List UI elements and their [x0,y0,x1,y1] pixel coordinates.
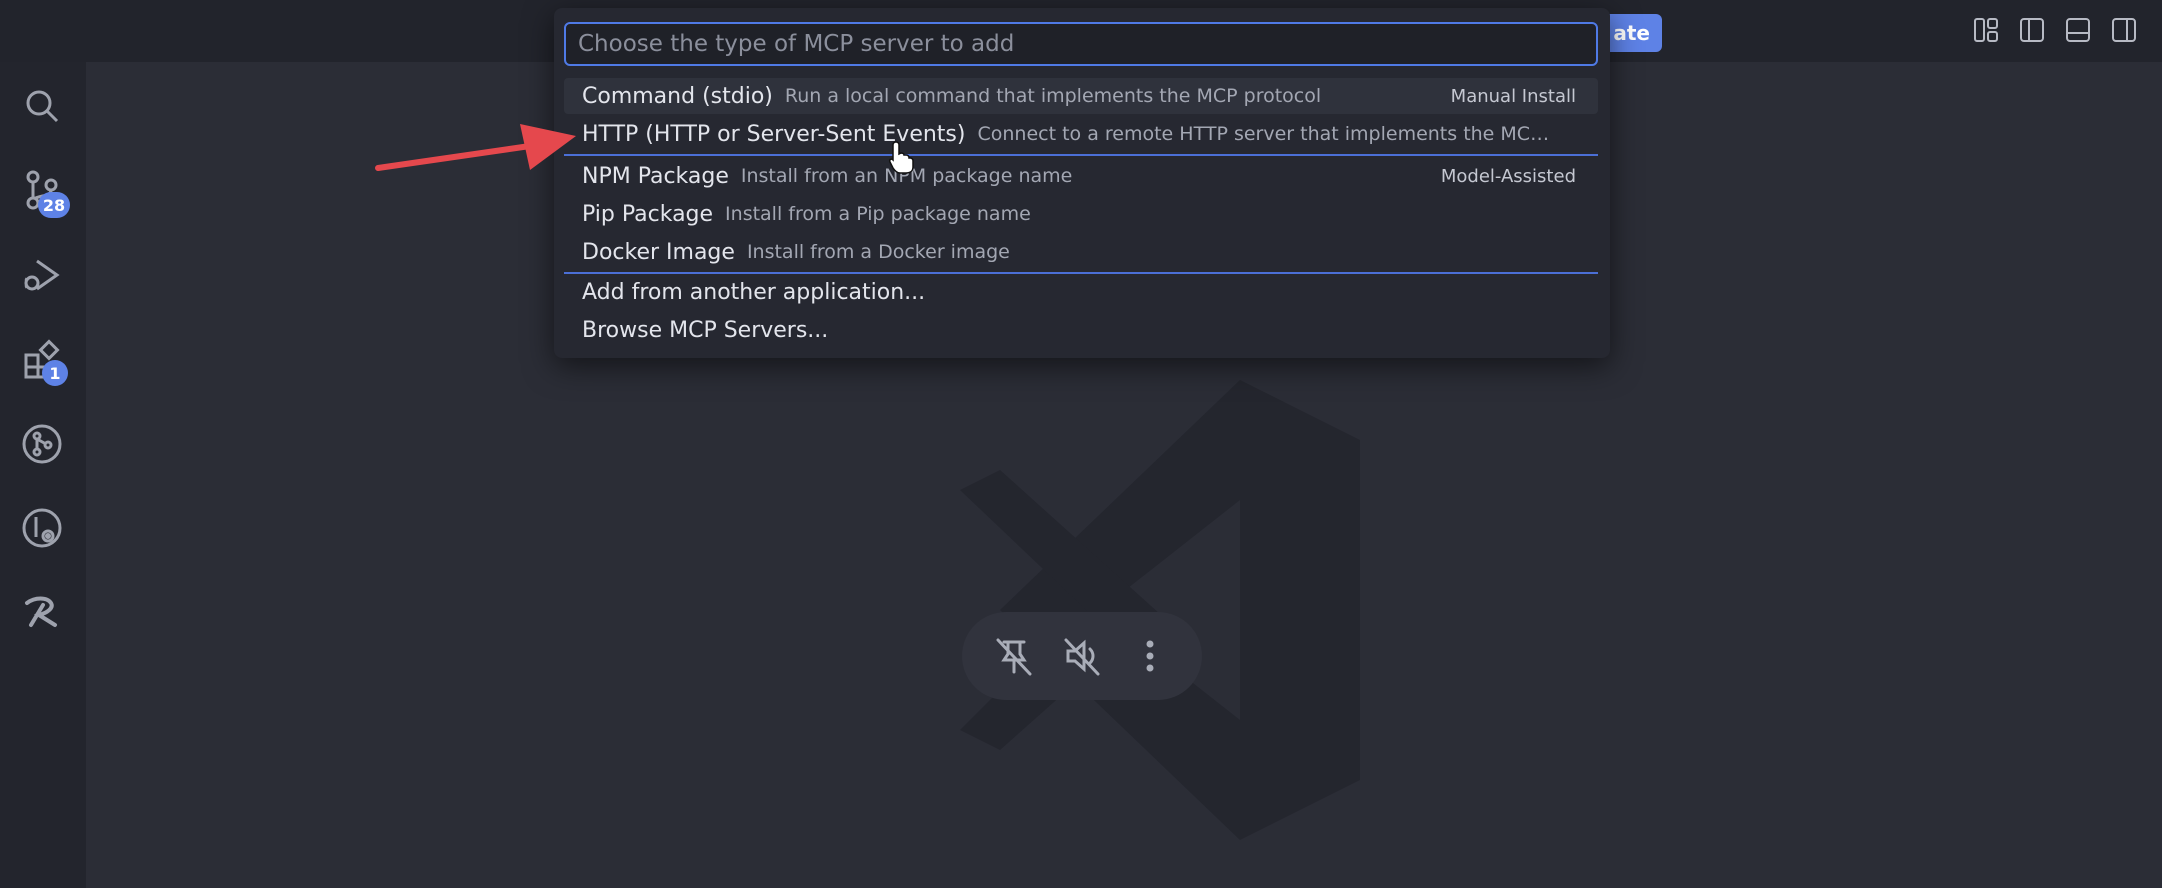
toggle-panel-icon[interactable] [2064,16,2092,44]
ai-assistant-icon [25,596,57,627]
item-category-tag: Model-Assisted [1440,165,1576,187]
floating-media-toolbar [962,612,1202,700]
quick-pick-item-add-from-app[interactable]: Add from another application... [564,274,1598,310]
hand-cursor-icon [889,141,914,174]
quick-pick-item-pip-package[interactable]: Pip Package Install from a Pip package n… [564,196,1598,232]
item-label: Docker Image [582,239,735,265]
customize-layout-icon[interactable] [1972,16,2000,44]
quick-pick-input[interactable] [564,22,1598,66]
item-label: Pip Package [582,201,714,227]
git-graph-icon [22,424,62,464]
item-label: Command (stdio) [582,83,773,109]
item-label: NPM Package [582,163,729,189]
run-debug-icon [24,259,60,291]
toggle-secondary-sidebar-icon[interactable] [2110,16,2138,44]
gitlens-icon [22,508,62,548]
item-label: Add from another application... [582,279,926,305]
source-control-badge: 28 [38,192,70,218]
unpin-icon[interactable] [992,634,1036,678]
quick-pick-item-browse-mcp[interactable]: Browse MCP Servers... [564,312,1598,348]
annotation-arrow [375,124,576,171]
extensions-badge: 1 [42,360,68,386]
item-description: Connect to a remote HTTP server that imp… [977,123,1550,145]
separator [564,154,1598,156]
ai-assistant-button[interactable] [18,588,66,636]
layout-controls [1972,16,2138,44]
run-debug-button[interactable] [18,252,66,300]
quick-pick-item-command-stdio[interactable]: Command (stdio) Run a local command that… [564,78,1598,114]
toggle-primary-sidebar-icon[interactable] [2018,16,2046,44]
gitlens-button[interactable] [18,504,66,552]
search-icon [26,90,59,123]
activity-bar: 28 1 [0,62,86,888]
item-description: Install from a Docker image [746,241,1010,263]
search-button[interactable] [18,82,66,130]
quick-pick-item-docker-image[interactable]: Docker Image Install from a Docker image [564,234,1598,270]
more-vertical-icon[interactable] [1128,634,1172,678]
item-label: Browse MCP Servers... [582,317,829,343]
mute-icon[interactable] [1060,634,1104,678]
vscode-logo-watermark [960,380,1360,840]
item-category-tag: Manual Install [1450,85,1576,107]
mcp-server-quick-pick: Command (stdio) Run a local command that… [554,8,1610,358]
quick-pick-item-http[interactable]: HTTP (HTTP or Server-Sent Events) Connec… [564,116,1598,152]
item-description: Run a local command that implements the … [784,85,1322,107]
git-graph-button[interactable] [18,420,66,468]
item-description: Install from a Pip package name [725,203,1031,225]
quick-pick-item-npm-package[interactable]: NPM Package Install from an NPM package … [564,158,1598,194]
